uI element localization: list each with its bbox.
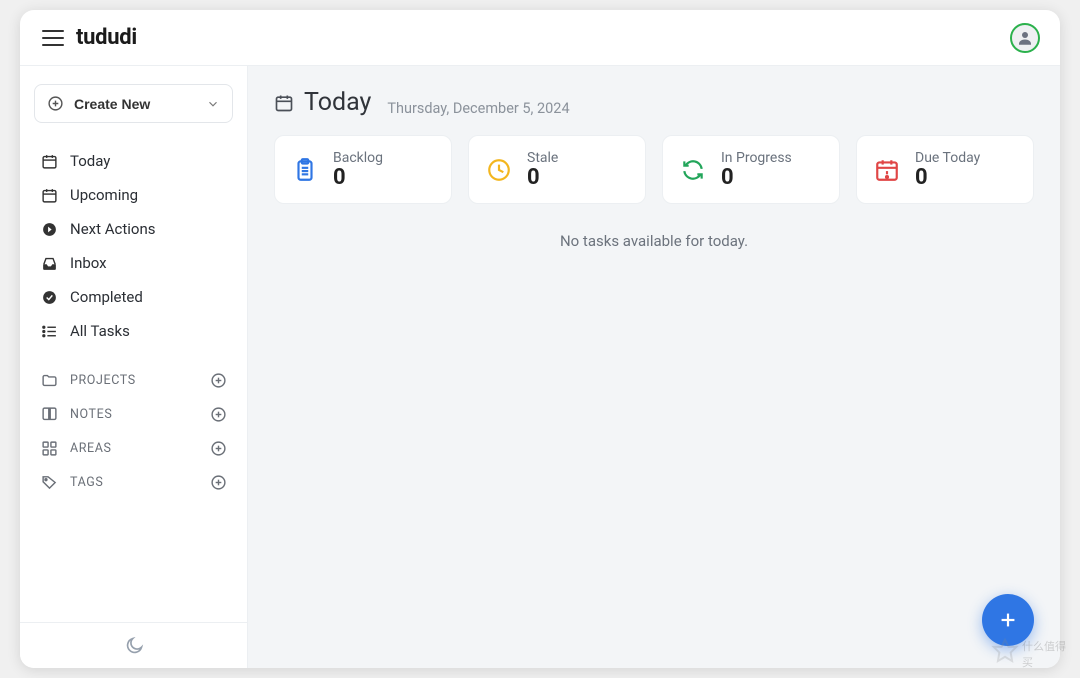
summary-cards: Backlog 0 Stale 0 [274,135,1034,204]
add-project-button[interactable] [209,371,227,389]
card-backlog[interactable]: Backlog 0 [274,135,452,204]
section-areas[interactable]: AREAS [34,433,233,463]
sidebar: Create New Today [20,66,248,668]
page-date: Thursday, December 5, 2024 [387,100,569,117]
page-title: Today [304,88,371,117]
card-value: 0 [915,166,980,189]
nav-item-label: Next Actions [70,220,156,238]
grid-icon [40,439,58,457]
nav-item-today[interactable]: Today [34,145,233,177]
calendar-icon [40,152,58,170]
app-header: tududi [20,10,1060,66]
refresh-icon [679,156,707,184]
card-in-progress[interactable]: In Progress 0 [662,135,840,204]
calendar-icon [40,186,58,204]
card-label: In Progress [721,150,792,166]
add-task-fab[interactable] [982,594,1034,646]
plus-icon [997,609,1019,631]
check-circle-icon [40,288,58,306]
nav-item-label: Completed [70,288,143,306]
calendar-icon [274,93,294,113]
tag-icon [40,473,58,491]
card-value: 0 [527,166,558,189]
card-label: Due Today [915,150,980,166]
card-stale[interactable]: Stale 0 [468,135,646,204]
chevron-down-icon [206,97,220,111]
nav-item-label: Upcoming [70,186,138,204]
section-label: TAGS [70,475,103,490]
card-due-today[interactable]: Due Today 0 [856,135,1034,204]
section-label: PROJECTS [70,373,136,388]
section-notes[interactable]: NOTES [34,399,233,429]
clock-icon [485,156,513,184]
arrow-circle-icon [40,220,58,238]
create-new-label: Create New [74,96,150,112]
card-value: 0 [333,166,383,189]
create-new-button[interactable]: Create New [34,84,233,123]
nav-item-label: Today [70,152,110,170]
app-brand: tududi [76,25,137,50]
section-tags[interactable]: TAGS [34,467,233,497]
section-list: PROJECTS NOTES [34,365,233,497]
user-icon [1016,29,1034,47]
nav-item-upcoming[interactable]: Upcoming [34,179,233,211]
add-area-button[interactable] [209,439,227,457]
add-tag-button[interactable] [209,473,227,491]
nav-item-completed[interactable]: Completed [34,281,233,313]
nav-item-inbox[interactable]: Inbox [34,247,233,279]
user-avatar[interactable] [1010,23,1040,53]
clipboard-icon [291,156,319,184]
section-label: AREAS [70,441,112,456]
menu-toggle-icon[interactable] [42,30,64,46]
add-note-button[interactable] [209,405,227,423]
plus-circle-icon [47,95,64,112]
nav-item-label: All Tasks [70,322,130,340]
section-projects[interactable]: PROJECTS [34,365,233,395]
nav-list: Today Upcoming Next Actions [34,145,233,347]
page-header: Today Thursday, December 5, 2024 [274,88,1034,117]
inbox-icon [40,254,58,272]
card-value: 0 [721,166,792,189]
theme-toggle-button[interactable] [124,636,144,656]
book-icon [40,405,58,423]
nav-item-label: Inbox [70,254,107,272]
section-label: NOTES [70,407,112,422]
card-label: Backlog [333,150,383,166]
calendar-alert-icon [873,156,901,184]
sidebar-footer [20,622,247,668]
card-label: Stale [527,150,558,166]
empty-state-text: No tasks available for today. [274,232,1034,250]
main-content: Today Thursday, December 5, 2024 Backlog… [248,66,1060,668]
list-icon [40,322,58,340]
nav-item-next-actions[interactable]: Next Actions [34,213,233,245]
nav-item-all-tasks[interactable]: All Tasks [34,315,233,347]
folder-icon [40,371,58,389]
